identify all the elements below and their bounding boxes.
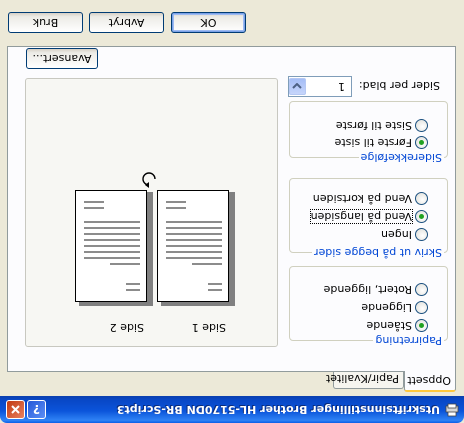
text-line — [84, 201, 104, 203]
cancel-button-label: Avbryt — [108, 16, 145, 29]
flip-arrow-icon — [142, 172, 156, 188]
text-line — [166, 233, 222, 235]
text-line — [110, 263, 140, 265]
order-last-to-first-label[interactable]: Siste til første — [336, 119, 412, 132]
close-icon — [11, 405, 20, 414]
orientation-landscape-radio[interactable] — [415, 301, 428, 314]
orientation-rotated-landscape-radio[interactable] — [415, 283, 428, 296]
text-line — [126, 283, 140, 285]
text-line — [166, 221, 222, 223]
duplex-none-label[interactable]: Ingen — [381, 228, 412, 241]
printer-icon — [445, 403, 459, 417]
page-2-sheet — [75, 190, 147, 302]
dropdown-button[interactable] — [289, 78, 306, 95]
question-icon: ? — [33, 402, 40, 416]
text-line — [166, 207, 186, 209]
page-1-sheet — [157, 190, 229, 302]
tab-paper-quality-label: Papir/Kvalitet — [325, 372, 399, 385]
text-line — [166, 257, 222, 259]
text-line — [84, 221, 140, 223]
ok-button[interactable]: OK — [171, 12, 246, 33]
duplex-group-label: Skriv ut på begge sider — [312, 246, 444, 259]
advanced-button[interactable]: Avansert... — [26, 48, 98, 69]
window-title: Utskriftsinnstillinger Brother HL-5170DN… — [116, 403, 440, 416]
orientation-rotated-landscape-label[interactable]: Rotert, liggende — [324, 283, 412, 296]
layout-preview: Side 1 Side 2 — [25, 78, 278, 347]
apply-button[interactable]: Bruk — [8, 12, 83, 33]
page-2-caption: Side 2 — [109, 321, 144, 334]
text-line — [84, 207, 104, 209]
orientation-portrait-radio[interactable] — [415, 319, 428, 332]
duplex-long-edge-radio[interactable] — [415, 210, 428, 223]
pages-per-sheet-select[interactable]: 1 — [288, 76, 352, 97]
duplex-short-edge-label[interactable]: Vend på kortsiden — [313, 192, 412, 205]
order-last-to-first-radio[interactable] — [415, 119, 428, 132]
cancel-button[interactable]: Avbryt — [89, 12, 164, 33]
ok-button-label: OK — [200, 16, 217, 29]
pages-per-sheet-value: 1 — [338, 80, 345, 93]
page-1-caption: Side 1 — [191, 321, 226, 334]
help-button[interactable]: ? — [27, 400, 46, 419]
close-button[interactable] — [6, 400, 25, 419]
text-line — [166, 201, 186, 203]
text-line — [84, 245, 140, 247]
order-first-to-last-radio[interactable] — [415, 136, 428, 149]
pages-per-sheet-label: Sider per blad: — [358, 79, 440, 92]
title-bar[interactable]: Utskriftsinnstillinger Brother HL-5170DN… — [0, 396, 464, 423]
print-preferences-dialog: Utskriftsinnstillinger Brother HL-5170DN… — [0, 0, 464, 423]
text-line — [192, 263, 222, 265]
text-line — [166, 227, 222, 229]
apply-button-label: Bruk — [32, 16, 59, 29]
text-line — [166, 251, 222, 253]
duplex-none-radio[interactable] — [415, 228, 428, 241]
text-line — [166, 239, 222, 241]
text-line — [208, 283, 222, 285]
order-first-to-last-label[interactable]: Første til siste — [335, 136, 412, 149]
text-line — [84, 233, 140, 235]
text-line — [84, 257, 140, 259]
tab-layout-label: Oppsett — [407, 374, 451, 387]
duplex-long-edge-label[interactable]: Vend på langsiden — [309, 209, 414, 224]
duplex-short-edge-radio[interactable] — [415, 192, 428, 205]
orientation-landscape-label[interactable]: Liggende — [361, 301, 412, 314]
svg-text:?: ? — [33, 402, 40, 416]
tab-paper-quality[interactable]: Papir/Kvalitet — [326, 371, 404, 389]
text-line — [126, 289, 140, 291]
page-order-group-label: Siderekkefølge — [358, 151, 444, 164]
text-line — [84, 239, 140, 241]
text-line — [84, 251, 140, 253]
text-line — [208, 289, 222, 291]
orientation-portrait-label[interactable]: Stående — [366, 319, 412, 332]
advanced-button-label: Avansert... — [32, 52, 92, 65]
orientation-group-label: Papirretning — [373, 334, 444, 347]
text-line — [166, 245, 222, 247]
tab-layout[interactable]: Oppsett — [404, 371, 456, 392]
text-line — [84, 227, 140, 229]
chevron-down-icon — [292, 83, 302, 89]
